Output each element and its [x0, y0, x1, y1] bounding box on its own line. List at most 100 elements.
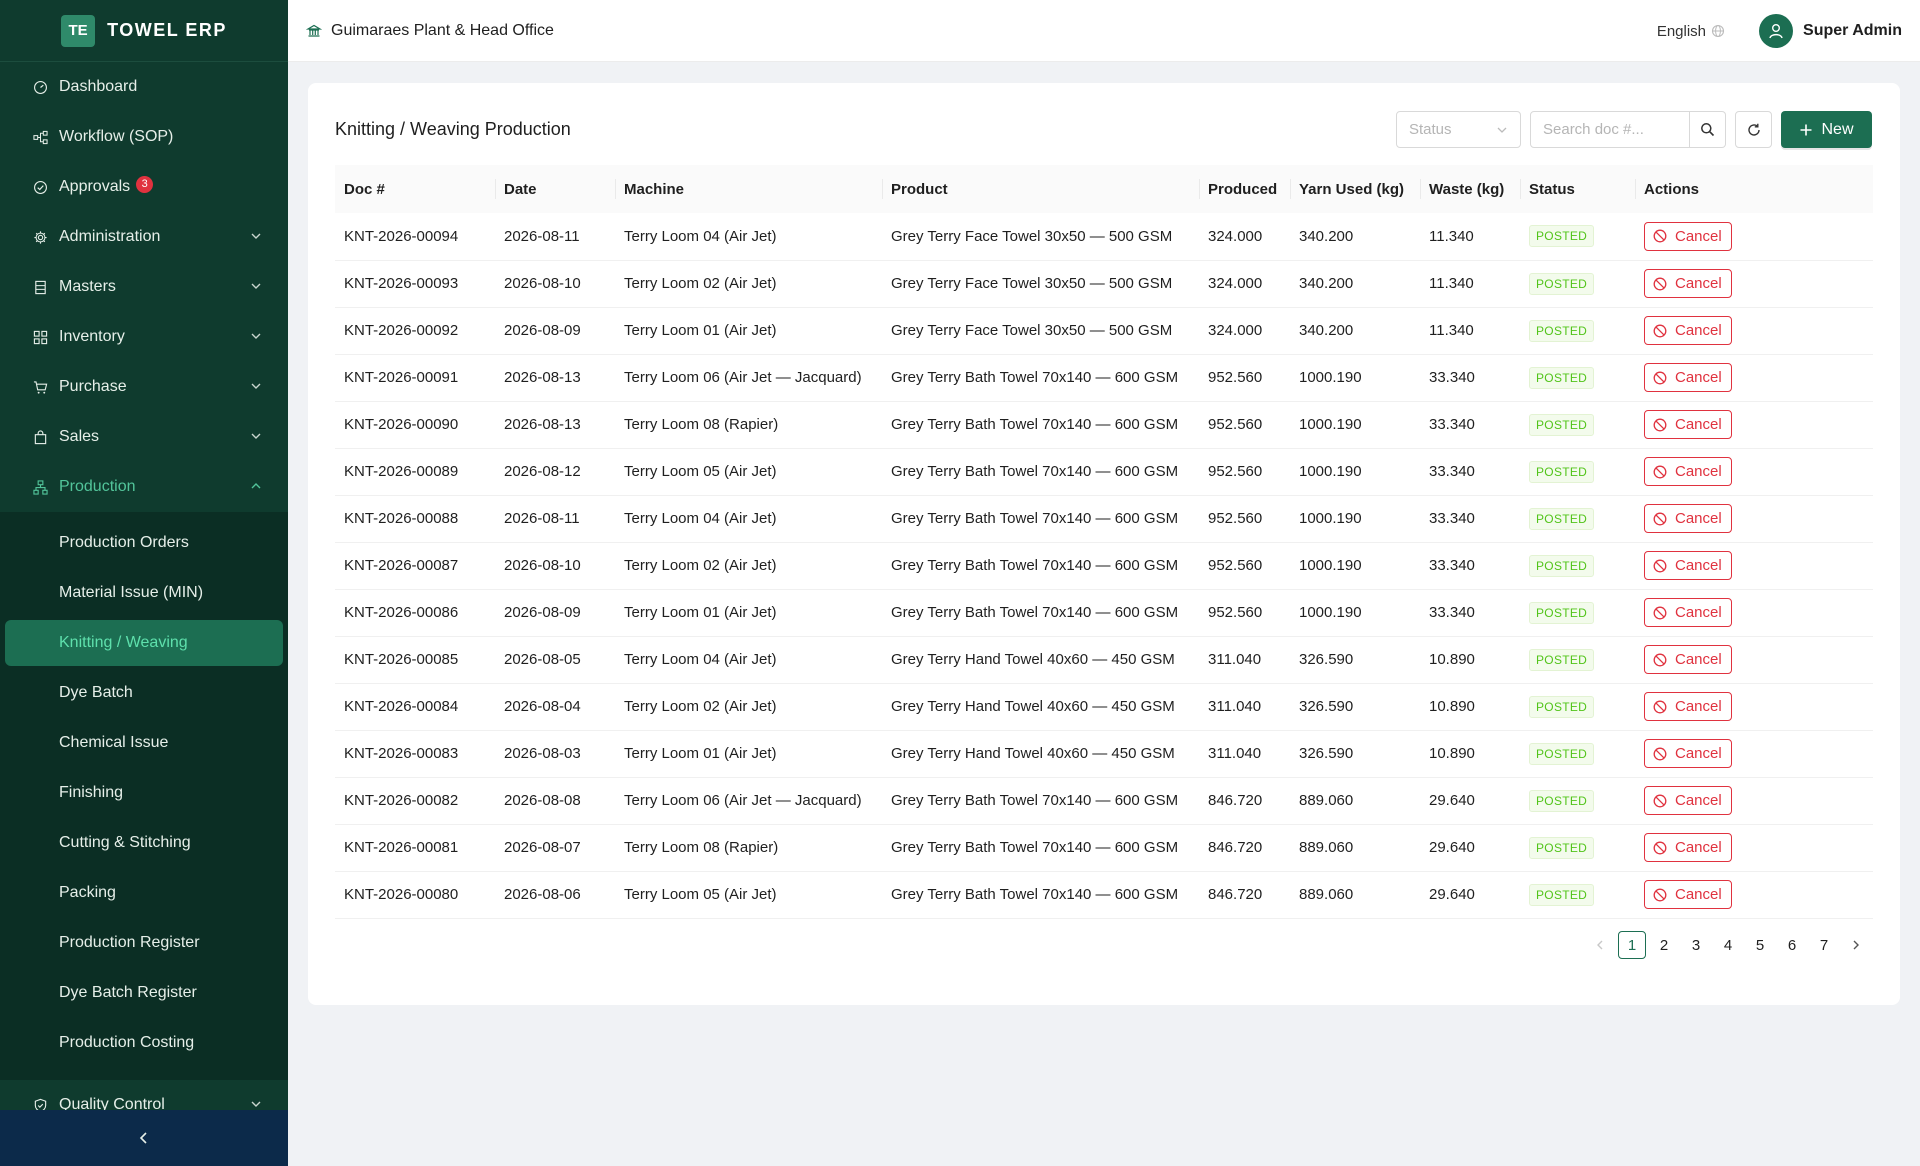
sidebar-subitem-finishing[interactable]: Finishing — [5, 770, 283, 816]
bank-icon — [306, 24, 322, 37]
yarn-used-cell: 340.200 — [1299, 322, 1354, 339]
sidebar-item-sales[interactable]: Sales — [0, 412, 288, 462]
machine-cell: Terry Loom 08 (Rapier) — [624, 416, 779, 433]
table-row[interactable]: KNT-2026-00083 2026-08-03 Terry Loom 01 (A… — [335, 730, 1873, 777]
table-row[interactable]: KNT-2026-00092 2026-08-09 Terry Loom 01 (A… — [335, 307, 1873, 354]
actions-cell: Cancel — [1635, 824, 1873, 871]
cancel-button[interactable]: Cancel — [1644, 692, 1732, 721]
sidebar-menu: Dashboard Workflow (SOP) Approvals 3 Adminis… — [0, 62, 288, 1110]
pagination-page[interactable]: 1 — [1618, 931, 1646, 959]
produced-cell: 952.560 — [1208, 416, 1263, 433]
sidebar-subitem-production-orders[interactable]: Production Orders — [5, 520, 283, 566]
table-row[interactable]: KNT-2026-00080 2026-08-06 Terry Loom 05 (A… — [335, 871, 1873, 918]
cancel-button[interactable]: Cancel — [1644, 316, 1732, 345]
stop-icon — [1653, 465, 1667, 478]
sidebar-item-workflow-sop[interactable]: Workflow (SOP) — [0, 112, 288, 162]
sidebar-item-dashboard[interactable]: Dashboard — [0, 62, 288, 112]
sidebar-subitem-material-issue-min[interactable]: Material Issue (MIN) — [5, 570, 283, 616]
table-row[interactable]: KNT-2026-00094 2026-08-11 Terry Loom 04 (A… — [335, 213, 1873, 260]
sidebar-subitem-chemical-issue[interactable]: Chemical Issue — [5, 720, 283, 766]
cancel-button[interactable]: Cancel — [1644, 833, 1732, 862]
pagination-page[interactable]: 5 — [1746, 931, 1774, 959]
table-row[interactable]: KNT-2026-00089 2026-08-12 Terry Loom 05 (A… — [335, 448, 1873, 495]
pagination-page[interactable]: 6 — [1778, 931, 1806, 959]
pagination-next-button[interactable] — [1842, 931, 1870, 959]
refresh-button[interactable] — [1735, 111, 1772, 148]
cancel-button[interactable]: Cancel — [1644, 880, 1732, 909]
column-header-waste-kg: Waste (kg) — [1420, 165, 1520, 213]
sidebar-item-masters[interactable]: Masters — [0, 262, 288, 312]
cancel-button[interactable]: Cancel — [1644, 786, 1732, 815]
table-header-row: Doc # Date Machine Product Produced Yarn Used… — [335, 165, 1873, 213]
sidebar-subitem-cutting-stitching[interactable]: Cutting & Stitching — [5, 820, 283, 866]
cancel-button-label: Cancel — [1675, 698, 1722, 715]
cancel-button[interactable]: Cancel — [1644, 269, 1732, 298]
sidebar-subitem-packing[interactable]: Packing — [5, 870, 283, 916]
pagination-page[interactable]: 2 — [1650, 931, 1678, 959]
table-row[interactable]: KNT-2026-00086 2026-08-09 Terry Loom 01 (A… — [335, 589, 1873, 636]
avatar[interactable] — [1759, 14, 1794, 48]
sidebar-item-purchase[interactable]: Purchase — [0, 362, 288, 412]
yarn-used-cell: 340.200 — [1299, 275, 1354, 292]
actions-cell: Cancel — [1635, 683, 1873, 730]
table-row[interactable]: KNT-2026-00084 2026-08-04 Terry Loom 02 (A… — [335, 683, 1873, 730]
brand[interactable]: TE TOWEL ERP — [0, 0, 288, 62]
cancel-button[interactable]: Cancel — [1644, 363, 1732, 392]
sidebar-collapse-button[interactable] — [0, 1110, 288, 1166]
cancel-button[interactable]: Cancel — [1644, 598, 1732, 627]
sidebar-subitem-dye-batch[interactable]: Dye Batch — [5, 670, 283, 716]
status-filter-select[interactable]: Status — [1396, 111, 1521, 148]
pagination-page[interactable]: 3 — [1682, 931, 1710, 959]
sidebar-item-approvals[interactable]: Approvals 3 — [0, 162, 288, 212]
user-name[interactable]: Super Admin — [1803, 22, 1902, 40]
content-card: Knitting / Weaving Production Status New… — [308, 83, 1900, 1005]
cancel-button[interactable]: Cancel — [1644, 645, 1732, 674]
waste-cell: 33.340 — [1429, 416, 1475, 433]
sidebar-subitem-production-register[interactable]: Production Register — [5, 920, 283, 966]
sidebar-item-label: Administration — [59, 228, 161, 245]
search-input[interactable] — [1530, 111, 1690, 148]
cancel-button-label: Cancel — [1675, 651, 1722, 668]
cancel-button[interactable]: Cancel — [1644, 551, 1732, 580]
cancel-button[interactable]: Cancel — [1644, 504, 1732, 533]
cancel-button-label: Cancel — [1675, 416, 1722, 433]
sidebar-subitem-production-costing[interactable]: Production Costing — [5, 1020, 283, 1066]
table-row[interactable]: KNT-2026-00091 2026-08-13 Terry Loom 06 (A… — [335, 354, 1873, 401]
org-selector[interactable]: Guimaraes Plant & Head Office — [306, 22, 554, 40]
new-button[interactable]: New — [1781, 111, 1872, 148]
pagination-page[interactable]: 7 — [1810, 931, 1838, 959]
doc-number-cell: KNT-2026-00083 — [344, 745, 459, 762]
machine-cell: Terry Loom 04 (Air Jet) — [624, 510, 777, 527]
table-row[interactable]: KNT-2026-00090 2026-08-13 Terry Loom 08 (R… — [335, 401, 1873, 448]
search-button[interactable] — [1690, 111, 1726, 148]
table-row[interactable]: KNT-2026-00087 2026-08-10 Terry Loom 02 (A… — [335, 542, 1873, 589]
actions-cell: Cancel — [1635, 495, 1873, 542]
language-selector[interactable]: English — [1657, 23, 1725, 40]
cart-icon — [32, 379, 48, 395]
cancel-button[interactable]: Cancel — [1644, 410, 1732, 439]
doc-number-cell: KNT-2026-00085 — [344, 651, 459, 668]
cancel-button[interactable]: Cancel — [1644, 739, 1732, 768]
table-row[interactable]: KNT-2026-00085 2026-08-05 Terry Loom 04 (A… — [335, 636, 1873, 683]
yarn-used-cell: 1000.190 — [1299, 510, 1362, 527]
approvals-count-badge: 3 — [136, 175, 154, 193]
sidebar-item-administration[interactable]: Administration — [0, 212, 288, 262]
cancel-button[interactable]: Cancel — [1644, 221, 1732, 251]
produced-cell: 846.720 — [1208, 792, 1263, 809]
sidebar-item-quality-control[interactable]: Quality Control — [0, 1080, 288, 1110]
cancel-button[interactable]: Cancel — [1644, 457, 1732, 486]
table-row[interactable]: KNT-2026-00081 2026-08-07 Terry Loom 08 (R… — [335, 824, 1873, 871]
table-row[interactable]: KNT-2026-00088 2026-08-11 Terry Loom 04 (A… — [335, 495, 1873, 542]
pagination-page[interactable]: 4 — [1714, 931, 1742, 959]
plus-icon — [1800, 124, 1812, 135]
sidebar-item-production[interactable]: Production — [0, 462, 288, 512]
doc-number-cell: KNT-2026-00090 — [344, 416, 459, 433]
table-row[interactable]: KNT-2026-00093 2026-08-10 Terry Loom 02 (A… — [335, 260, 1873, 307]
sidebar-item-inventory[interactable]: Inventory — [0, 312, 288, 362]
table-row[interactable]: KNT-2026-00082 2026-08-08 Terry Loom 06 (A… — [335, 777, 1873, 824]
produced-cell: 952.560 — [1208, 604, 1263, 621]
yarn-used-cell: 889.060 — [1299, 839, 1354, 856]
pagination-prev-button[interactable] — [1586, 931, 1614, 959]
sidebar-subitem-dye-batch-register[interactable]: Dye Batch Register — [5, 970, 283, 1016]
sidebar-subitem-knitting-weaving[interactable]: Knitting / Weaving — [5, 620, 283, 666]
